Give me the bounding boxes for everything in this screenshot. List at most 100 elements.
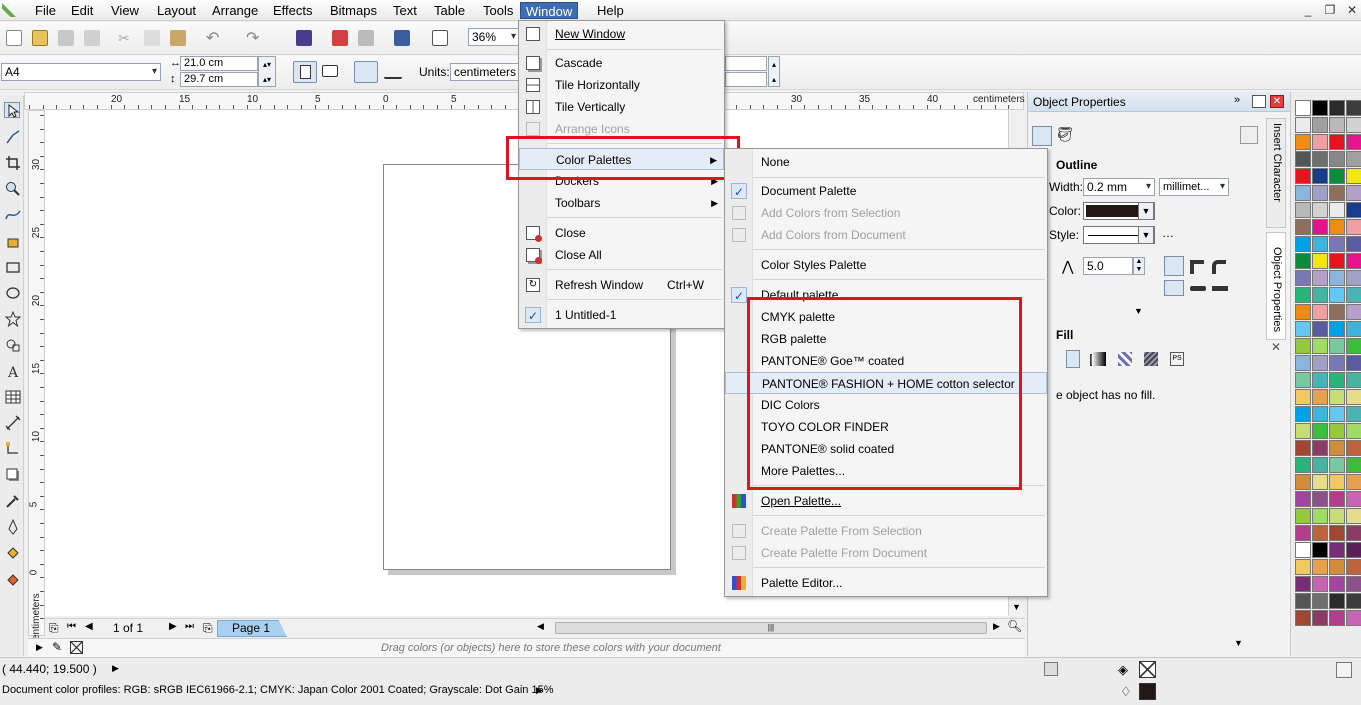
color-swatch[interactable] bbox=[1329, 406, 1345, 422]
color-swatch[interactable] bbox=[1346, 270, 1361, 286]
first-page-icon[interactable]: ⏮ bbox=[67, 621, 76, 632]
interactive-fill-tool-icon[interactable] bbox=[4, 570, 20, 586]
color-swatch[interactable] bbox=[1295, 559, 1311, 575]
color-swatch[interactable] bbox=[1295, 355, 1311, 371]
outline-pen-tool-icon[interactable] bbox=[4, 518, 20, 535]
color-swatch[interactable] bbox=[1312, 372, 1328, 388]
zoom-level-field[interactable]: 36% bbox=[468, 28, 520, 46]
color-swatch[interactable] bbox=[1346, 338, 1361, 354]
menu-refresh-window[interactable]: ↻ Refresh Window Ctrl+W bbox=[519, 274, 724, 296]
color-swatch[interactable] bbox=[1295, 151, 1311, 167]
polygon-tool-icon[interactable] bbox=[4, 310, 22, 328]
docker-close-icon[interactable]: ✕ bbox=[1270, 95, 1284, 108]
welcome-screen-icon[interactable] bbox=[432, 30, 448, 46]
color-swatch[interactable] bbox=[1329, 253, 1345, 269]
color-swatch[interactable] bbox=[1312, 287, 1328, 303]
color-swatch[interactable] bbox=[1329, 236, 1345, 252]
docker-minimize-icon[interactable] bbox=[1252, 95, 1266, 108]
document-palette-strip[interactable]: ▶ ✎ Drag colors (or objects) here to sto… bbox=[28, 638, 1025, 657]
ellipse-tool-icon[interactable] bbox=[4, 284, 20, 300]
page-tab[interactable]: Page 1 bbox=[217, 620, 287, 637]
eyedropper-tool-icon[interactable] bbox=[4, 492, 20, 508]
close-tab-icon[interactable]: ✕ bbox=[1271, 340, 1281, 354]
color-swatch[interactable] bbox=[1329, 321, 1345, 337]
page-size-select[interactable]: A4 bbox=[1, 63, 161, 81]
color-swatch[interactable] bbox=[1346, 372, 1361, 388]
color-swatch[interactable] bbox=[1295, 406, 1311, 422]
round-cap-icon[interactable] bbox=[1190, 286, 1206, 291]
color-swatch[interactable] bbox=[1329, 372, 1345, 388]
color-swatch[interactable] bbox=[1346, 610, 1361, 626]
menu-close-all[interactable]: Close All bbox=[519, 244, 724, 266]
color-swatch[interactable] bbox=[1295, 219, 1311, 235]
color-swatch[interactable] bbox=[1295, 236, 1311, 252]
cut-icon[interactable]: ✂ bbox=[118, 30, 134, 46]
color-swatch[interactable] bbox=[1312, 474, 1328, 490]
menu-close[interactable]: Close bbox=[519, 222, 724, 244]
close-icon[interactable]: ✕ bbox=[1344, 3, 1360, 17]
scroll-down-icon[interactable]: ▼ bbox=[1012, 602, 1021, 612]
color-swatch[interactable] bbox=[1346, 287, 1361, 303]
vertical-ruler[interactable]: 30 25 20 15 10 5 0 centimeters bbox=[28, 110, 45, 645]
color-swatch[interactable] bbox=[1295, 542, 1311, 558]
color-swatch[interactable] bbox=[1295, 304, 1311, 320]
outline-style-dropdown-icon[interactable]: ▼ bbox=[1138, 226, 1154, 244]
open-icon[interactable] bbox=[32, 30, 48, 46]
color-swatch[interactable] bbox=[1329, 219, 1345, 235]
color-swatch[interactable] bbox=[1329, 168, 1345, 184]
color-swatch[interactable] bbox=[1295, 491, 1311, 507]
color-swatch[interactable] bbox=[1295, 168, 1311, 184]
color-swatch[interactable] bbox=[1346, 389, 1361, 405]
color-swatch[interactable] bbox=[1346, 321, 1361, 337]
color-swatch[interactable] bbox=[1329, 270, 1345, 286]
color-swatch[interactable] bbox=[1346, 117, 1361, 133]
docker-options-icon[interactable] bbox=[1240, 126, 1258, 144]
color-swatch[interactable] bbox=[1312, 389, 1328, 405]
crop-tool-icon[interactable] bbox=[4, 154, 20, 170]
color-swatch[interactable] bbox=[1312, 321, 1328, 337]
outline-width-select[interactable]: 0.2 mm bbox=[1083, 178, 1155, 196]
bevel-corner-icon[interactable] bbox=[1212, 260, 1226, 274]
menu-untitled-1[interactable]: ✓ 1 Untitled-1 bbox=[519, 304, 724, 326]
color-swatch[interactable] bbox=[1295, 525, 1311, 541]
palette-color-styles[interactable]: Color Styles Palette bbox=[725, 254, 1047, 276]
portrait-button[interactable] bbox=[293, 61, 317, 83]
publish-pdf-icon[interactable] bbox=[358, 30, 374, 46]
color-swatch[interactable] bbox=[1312, 440, 1328, 456]
color-swatch[interactable] bbox=[1329, 185, 1345, 201]
current-page-button[interactable] bbox=[384, 65, 402, 79]
fountain-fill-icon[interactable] bbox=[1092, 352, 1106, 366]
color-swatch[interactable] bbox=[1346, 508, 1361, 524]
menu-edit[interactable]: Edit bbox=[66, 2, 98, 19]
color-swatch[interactable] bbox=[1346, 559, 1361, 575]
page-height-field[interactable]: 29.7 cm bbox=[180, 72, 258, 87]
import-icon[interactable] bbox=[296, 30, 312, 46]
menu-view[interactable]: View bbox=[106, 2, 144, 19]
pick-tool-icon[interactable] bbox=[4, 102, 20, 118]
rectangle-tool-icon[interactable] bbox=[4, 258, 20, 274]
color-swatch[interactable] bbox=[1295, 389, 1311, 405]
color-swatch[interactable] bbox=[1295, 440, 1311, 456]
color-swatch[interactable] bbox=[1312, 593, 1328, 609]
color-swatch[interactable] bbox=[1329, 491, 1345, 507]
color-swatch[interactable] bbox=[1346, 151, 1361, 167]
menu-window[interactable]: Window bbox=[520, 2, 579, 19]
color-swatch[interactable] bbox=[1329, 304, 1345, 320]
color-swatch[interactable] bbox=[1312, 270, 1328, 286]
menu-layout[interactable]: Layout bbox=[152, 2, 201, 19]
color-swatch[interactable] bbox=[1346, 202, 1361, 218]
square-cap-icon[interactable] bbox=[1212, 286, 1228, 291]
color-swatch[interactable] bbox=[1295, 576, 1311, 592]
color-swatch[interactable] bbox=[1329, 525, 1345, 541]
color-swatch[interactable] bbox=[1312, 253, 1328, 269]
menu-toolbars[interactable]: Toolbars ▶ bbox=[519, 192, 724, 214]
fill-color-swatch[interactable] bbox=[1139, 661, 1156, 678]
scroll-left-icon[interactable]: ◀ bbox=[537, 621, 544, 632]
color-swatch[interactable] bbox=[1329, 100, 1345, 116]
outline-color-dropdown-icon[interactable]: ▼ bbox=[1138, 202, 1154, 220]
outline-color-status-swatch[interactable] bbox=[1139, 683, 1156, 700]
drop-shadow-tool-icon[interactable] bbox=[4, 466, 20, 482]
palette-document[interactable]: ✓ Document Palette bbox=[725, 180, 1047, 202]
color-swatch[interactable] bbox=[1329, 593, 1345, 609]
save-icon[interactable] bbox=[58, 30, 74, 46]
